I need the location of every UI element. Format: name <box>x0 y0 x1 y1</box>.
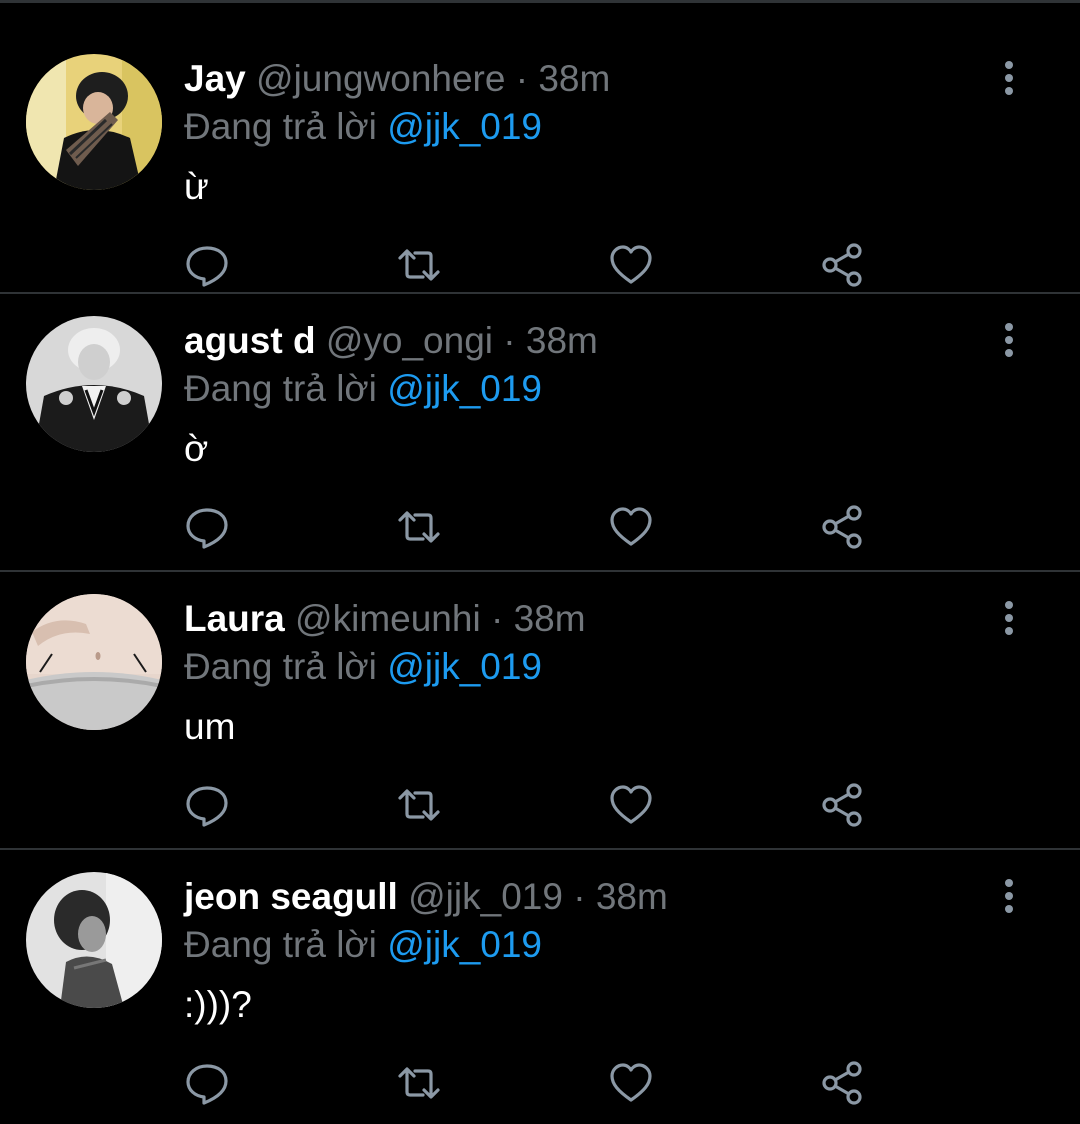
display-name[interactable]: Jay <box>184 58 246 99</box>
retweet-icon <box>398 511 440 543</box>
action-bar <box>0 504 1080 554</box>
tweet-text: ờ <box>184 428 209 469</box>
reply-button[interactable] <box>184 782 230 828</box>
share-button[interactable] <box>820 242 866 288</box>
reply-mention-link[interactable]: @jjk_019 <box>387 106 542 147</box>
more-options-icon <box>1005 61 1013 95</box>
timestamp[interactable]: 38m <box>596 876 668 917</box>
avatar[interactable] <box>26 594 162 730</box>
like-button[interactable] <box>608 242 654 288</box>
retweet-button[interactable] <box>396 504 442 550</box>
reply-button[interactable] <box>184 242 230 288</box>
timestamp[interactable]: 38m <box>526 320 598 361</box>
tweet-header: Laura @kimeunhi · 38m <box>184 596 586 642</box>
action-bar <box>0 782 1080 832</box>
tweet-header: agust d @yo_ongi · 38m <box>184 318 598 364</box>
share-button[interactable] <box>820 1060 866 1106</box>
like-icon <box>610 1063 652 1102</box>
more-options-icon <box>1005 879 1013 913</box>
top-divider <box>0 0 1080 3</box>
replying-to: Đang trả lời @jjk_019 <box>184 366 542 412</box>
avatar[interactable] <box>26 872 162 1008</box>
tweet-text: ừ <box>184 166 209 207</box>
tweet-text: :)))? <box>184 984 252 1025</box>
timestamp[interactable]: 38m <box>514 598 586 639</box>
like-button[interactable] <box>608 782 654 828</box>
display-name[interactable]: jeon seagull <box>184 876 398 917</box>
avatar[interactable] <box>26 54 162 190</box>
reply-prefix: Đang trả lời <box>184 924 377 965</box>
tweet-text: um <box>184 706 236 747</box>
user-avatar-laura-icon <box>26 594 162 730</box>
user-handle[interactable]: @jjk_019 <box>408 876 563 917</box>
reply-icon <box>186 786 228 827</box>
tweet-item[interactable]: agust d @yo_ongi · 38m Đang trả lời @jjk… <box>0 294 1080 572</box>
replying-to: Đang trả lời @jjk_019 <box>184 922 542 968</box>
retweet-icon <box>398 1067 440 1099</box>
reply-prefix: Đang trả lời <box>184 368 377 409</box>
user-handle[interactable]: @kimeunhi <box>295 598 481 639</box>
reply-prefix: Đang trả lời <box>184 646 377 687</box>
replying-to: Đang trả lời @jjk_019 <box>184 644 542 690</box>
tweet-item[interactable]: Jay @jungwonhere · 38m Đang trả lời @jjk… <box>0 16 1080 294</box>
like-button[interactable] <box>608 1060 654 1106</box>
like-button[interactable] <box>608 504 654 550</box>
action-bar <box>0 242 1080 292</box>
more-options-button[interactable] <box>996 600 1022 636</box>
share-button[interactable] <box>820 504 866 550</box>
like-icon <box>610 245 652 284</box>
separator: · <box>573 876 586 917</box>
like-icon <box>610 507 652 546</box>
tweet-header: Jay @jungwonhere · 38m <box>184 56 610 102</box>
retweet-button[interactable] <box>396 1060 442 1106</box>
retweet-icon <box>398 789 440 821</box>
share-icon <box>822 783 862 827</box>
reply-mention-link[interactable]: @jjk_019 <box>387 646 542 687</box>
display-name[interactable]: agust d <box>184 320 316 361</box>
user-handle[interactable]: @yo_ongi <box>326 320 493 361</box>
timestamp[interactable]: 38m <box>538 58 610 99</box>
separator: · <box>503 320 516 361</box>
share-icon <box>822 1061 862 1105</box>
reply-icon <box>186 1064 228 1105</box>
reply-prefix: Đang trả lời <box>184 106 377 147</box>
user-handle[interactable]: @jungwonhere <box>256 58 505 99</box>
action-bar <box>0 1060 1080 1110</box>
separator: · <box>515 58 529 99</box>
more-options-button[interactable] <box>996 60 1022 96</box>
user-avatar-jay-icon <box>26 54 162 190</box>
display-name[interactable]: Laura <box>184 598 285 639</box>
retweet-button[interactable] <box>396 782 442 828</box>
replying-to: Đang trả lời @jjk_019 <box>184 104 542 150</box>
like-icon <box>610 785 652 824</box>
separator: · <box>490 598 504 639</box>
tweet-item[interactable]: jeon seagull @jjk_019 · 38m Đang trả lời… <box>0 850 1080 1124</box>
retweet-button[interactable] <box>396 242 442 288</box>
retweet-icon <box>398 249 440 281</box>
user-avatar-agust-d-icon <box>26 316 162 452</box>
reply-mention-link[interactable]: @jjk_019 <box>387 924 542 965</box>
reply-button[interactable] <box>184 504 230 550</box>
reply-icon <box>186 246 228 287</box>
more-options-button[interactable] <box>996 322 1022 358</box>
reply-button[interactable] <box>184 1060 230 1106</box>
avatar[interactable] <box>26 316 162 452</box>
share-button[interactable] <box>820 782 866 828</box>
share-icon <box>822 505 862 549</box>
share-icon <box>822 243 862 287</box>
tweet-header: jeon seagull @jjk_019 · 38m <box>184 874 668 920</box>
more-options-icon <box>1005 601 1013 635</box>
reply-mention-link[interactable]: @jjk_019 <box>387 368 542 409</box>
user-avatar-jeon-seagull-icon <box>26 872 162 1008</box>
reply-icon <box>186 508 228 549</box>
more-options-button[interactable] <box>996 878 1022 914</box>
tweet-item[interactable]: Laura @kimeunhi · 38m Đang trả lời @jjk_… <box>0 572 1080 850</box>
more-options-icon <box>1005 323 1013 357</box>
